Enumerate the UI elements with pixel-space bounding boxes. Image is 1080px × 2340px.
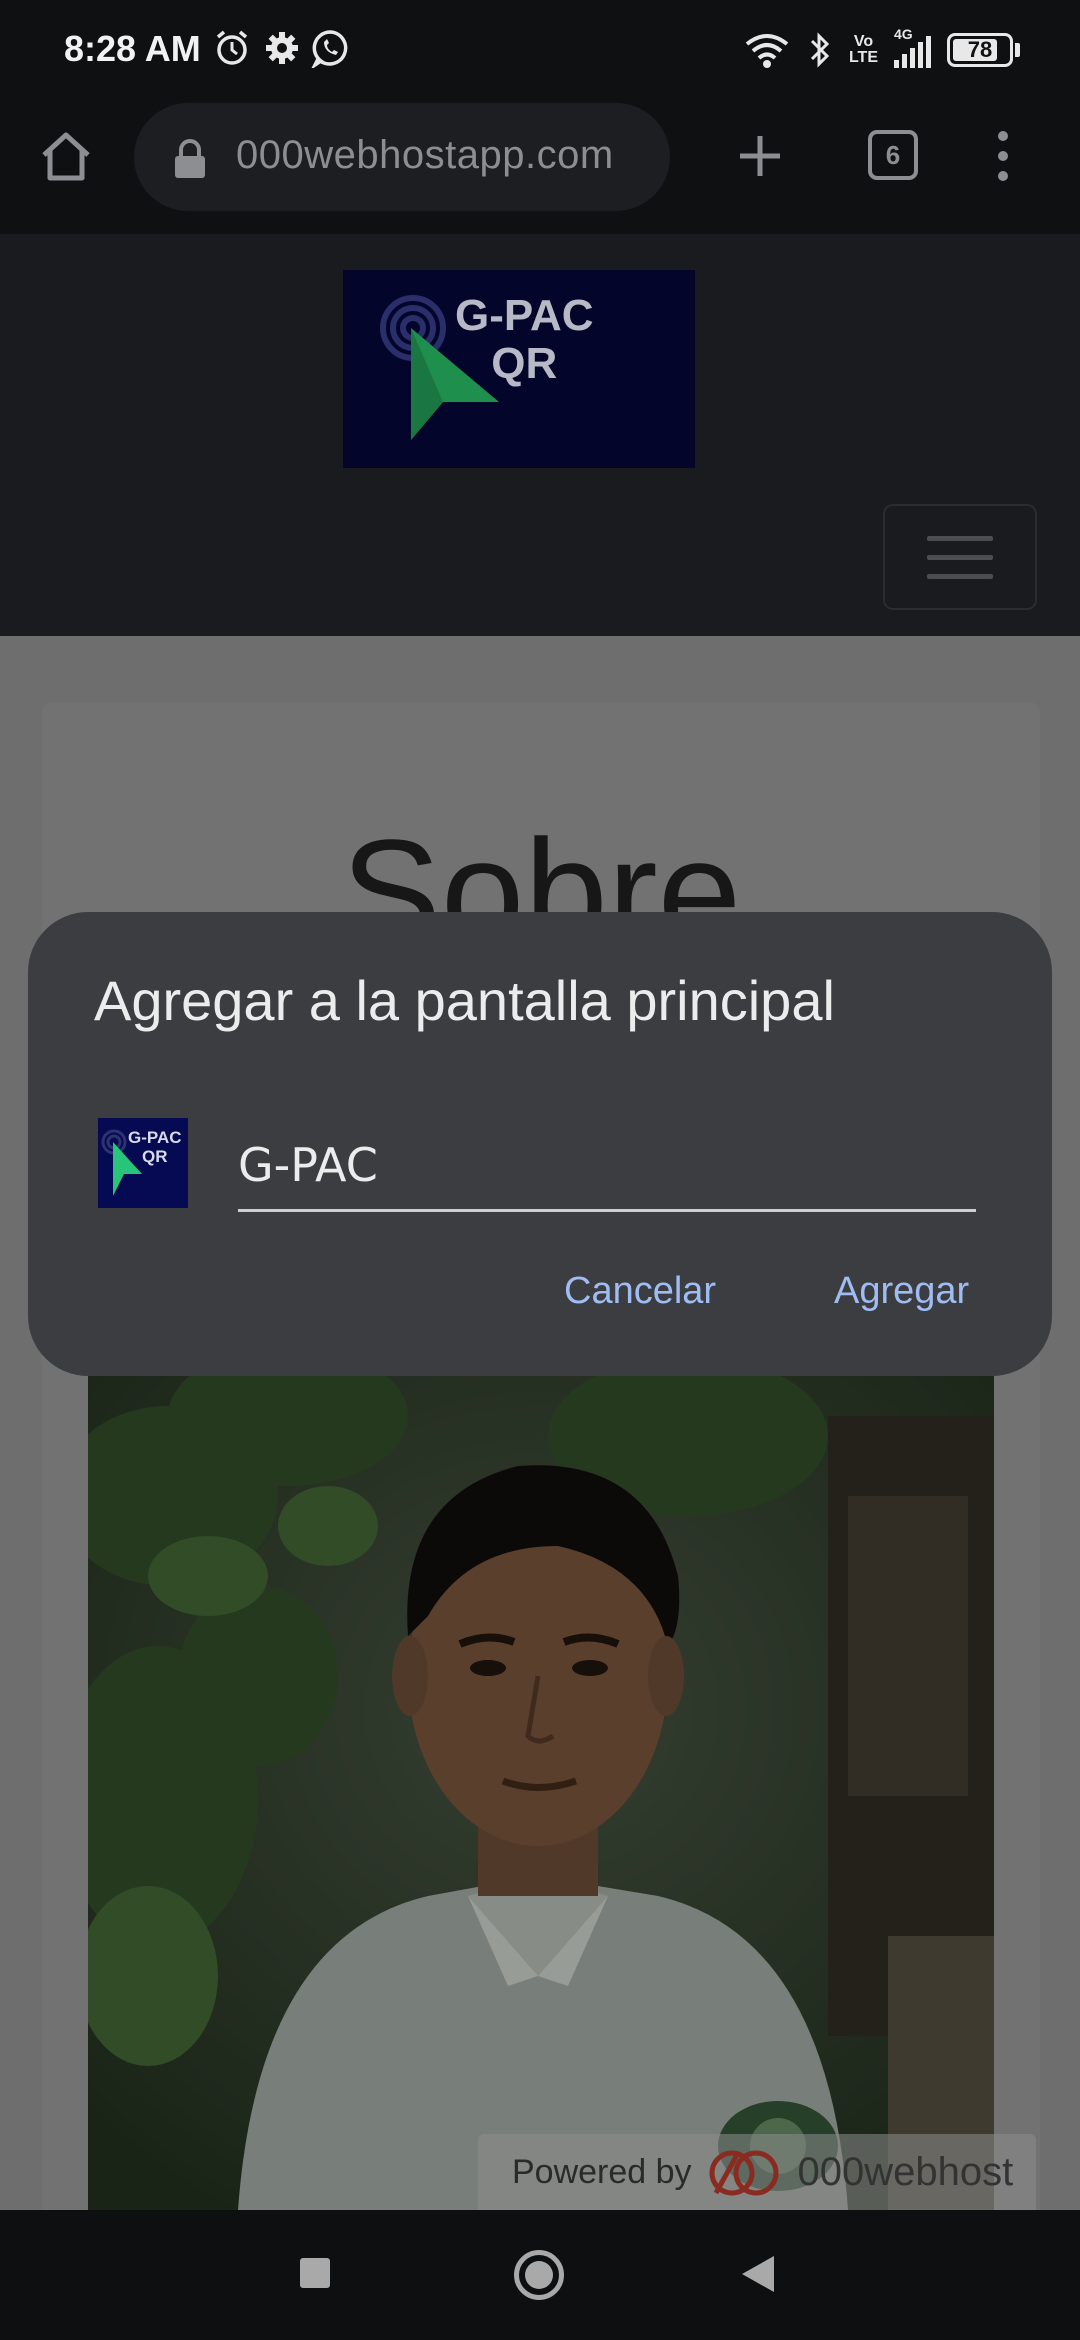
powered-by-text: Powered by: [512, 2152, 692, 2191]
powered-by-badge[interactable]: Powered by 000webhost: [478, 2134, 1036, 2210]
logo-line1: G-PAC: [455, 291, 594, 340]
wifi-icon: [745, 34, 789, 68]
tab-count: 6: [885, 139, 901, 170]
browser-toolbar: 000webhostapp.com 6: [0, 100, 1080, 234]
logo-text: G-PAC QR: [455, 292, 594, 388]
portrait-illustration: [88, 1376, 994, 2210]
nav-toggle-button[interactable]: [883, 504, 1037, 610]
status-bar: 8:28 AM Vo LTE 4G 78: [0, 0, 1080, 100]
status-time: 8:28 AM: [64, 28, 201, 69]
recents-button[interactable]: [300, 2258, 330, 2288]
url-text: 000webhostapp.com: [236, 133, 614, 177]
app-icon-line1: G-PAC: [128, 1128, 182, 1147]
tab-switcher-button[interactable]: 6: [868, 130, 918, 180]
gear-icon: [266, 32, 298, 64]
home-button[interactable]: [32, 122, 100, 190]
app-icon: G-PAC QR: [98, 1118, 188, 1208]
battery-icon: 78: [947, 33, 1020, 67]
whatsapp-icon: [311, 30, 348, 68]
volte-icon: Vo LTE: [848, 33, 878, 66]
bluetooth-icon: [810, 32, 830, 68]
battery-level: 78: [967, 37, 993, 62]
home-nav-button[interactable]: [514, 2250, 564, 2300]
more-vert-icon[interactable]: [980, 122, 1026, 190]
network-type: 4G: [894, 26, 913, 42]
add-button[interactable]: Agregar: [834, 1270, 969, 1313]
plus-icon: [740, 136, 780, 176]
host-logo-icon: [709, 2150, 779, 2196]
home-icon: [42, 132, 90, 181]
system-nav-bar: [0, 2210, 1080, 2340]
signal-icon: 4G: [894, 26, 931, 68]
shortcut-name-input[interactable]: [238, 1120, 976, 1212]
back-button[interactable]: [742, 2256, 774, 2292]
site-logo[interactable]: G-PAC QR: [343, 270, 695, 468]
logo-line2: QR: [491, 339, 558, 388]
powered-by-brand: 000webhost: [797, 2149, 1014, 2194]
status-right-icons: Vo LTE 4G 78: [743, 26, 1020, 72]
app-icon-line2: QR: [142, 1147, 168, 1166]
profile-photo: [88, 1376, 994, 2210]
add-to-home-dialog: Agregar a la pantalla principal G-PAC QR…: [28, 912, 1052, 1376]
site-header: G-PAC QR: [0, 234, 1080, 636]
url-bar[interactable]: 000webhostapp.com: [134, 103, 670, 211]
app-icon-text: G-PAC QR: [128, 1128, 182, 1166]
dialog-title: Agregar a la pantalla principal: [94, 969, 835, 1032]
lock-icon: [175, 139, 205, 178]
alarm-icon: [216, 30, 248, 65]
new-tab-button[interactable]: [726, 122, 794, 190]
cancel-button[interactable]: Cancelar: [564, 1270, 716, 1313]
